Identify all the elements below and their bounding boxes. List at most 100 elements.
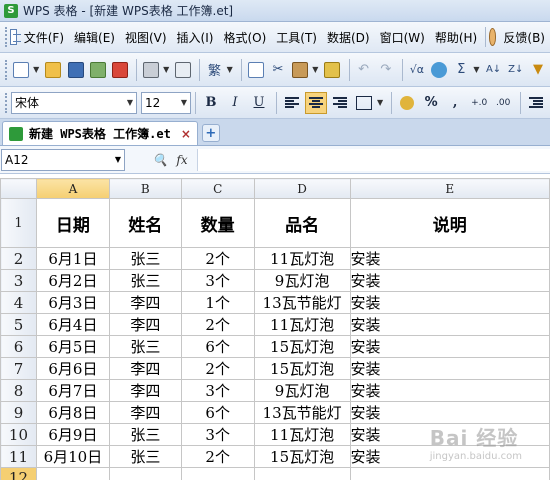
new-tab-button[interactable]: +	[201, 124, 220, 142]
cell[interactable]	[349, 467, 550, 480]
cell[interactable]: 李四	[108, 313, 182, 336]
undo-button[interactable]: ↶	[353, 59, 373, 81]
name-box[interactable]: A12 ▼	[1, 148, 125, 171]
percent-button[interactable]: %	[420, 92, 442, 114]
cell[interactable]: 数量	[180, 198, 255, 248]
print-dropdown-icon[interactable]: ▼	[163, 65, 169, 74]
font-name-select[interactable]: 宋体 ▼	[11, 91, 137, 114]
row-header[interactable]: 12	[0, 467, 37, 480]
cell[interactable]: 6月9日	[35, 423, 110, 446]
cell[interactable]: 安装	[349, 379, 550, 402]
cell[interactable]: 9瓦灯泡	[253, 269, 351, 292]
cell[interactable]: 6月8日	[35, 401, 110, 424]
new-file-dropdown-icon[interactable]: ▼	[33, 65, 39, 74]
row-header[interactable]: 7	[0, 357, 37, 380]
cell[interactable]: 6个	[180, 401, 255, 424]
cell[interactable]: 13瓦节能灯	[253, 401, 351, 424]
cell[interactable]: 张三	[108, 445, 182, 468]
cell[interactable]: 姓名	[108, 198, 182, 248]
insert-function-fx-button[interactable]: fx	[171, 149, 193, 171]
autosum-dropdown-icon[interactable]: ▼	[473, 65, 479, 74]
cell[interactable]: 6个	[180, 335, 255, 358]
cell[interactable]	[253, 467, 351, 480]
paste-dropdown-icon[interactable]: ▼	[312, 65, 318, 74]
simplified-traditional-dropdown-icon[interactable]: ▼	[227, 65, 233, 74]
document-tab[interactable]: 新建 WPS表格 工作簿.et ×	[2, 121, 198, 145]
row-header[interactable]: 11	[0, 445, 37, 468]
open-button[interactable]	[43, 59, 63, 81]
decrease-decimal-button[interactable]: .00	[492, 92, 514, 114]
row-header[interactable]: 5	[0, 313, 37, 336]
row-header[interactable]: 3	[0, 269, 37, 292]
cell[interactable]: 李四	[108, 357, 182, 380]
cell[interactable]: 张三	[108, 269, 182, 292]
cell[interactable]: 11瓦灯泡	[253, 313, 351, 336]
column-header-e[interactable]: E	[349, 178, 550, 199]
new-file-button[interactable]	[11, 59, 31, 81]
cell[interactable]: 13瓦节能灯	[253, 291, 351, 314]
insert-function-button[interactable]: √α	[407, 59, 427, 81]
row-header[interactable]: 6	[0, 335, 37, 358]
column-header-b[interactable]: B	[108, 178, 182, 199]
row-header[interactable]: 1	[0, 198, 37, 248]
column-header-d[interactable]: D	[253, 178, 351, 199]
cut-button[interactable]: ✂	[268, 59, 288, 81]
font-size-select[interactable]: 12 ▼	[141, 91, 191, 114]
toolbar-grip[interactable]	[5, 59, 8, 80]
cell[interactable]	[108, 467, 182, 480]
italic-button[interactable]: I	[224, 92, 246, 114]
cell[interactable]: 6月4日	[35, 313, 110, 336]
cell[interactable]: 1个	[180, 291, 255, 314]
cell[interactable]: 2个	[180, 247, 255, 270]
cell[interactable]: 安装	[349, 269, 550, 292]
cell[interactable]: 安装	[349, 247, 550, 270]
sort-descending-button[interactable]: Z↓	[506, 59, 526, 81]
cell[interactable]: 李四	[108, 401, 182, 424]
formula-input[interactable]	[197, 148, 550, 171]
email-button[interactable]	[88, 59, 108, 81]
export-pdf-button[interactable]	[110, 59, 130, 81]
cell[interactable]: 6月1日	[35, 247, 110, 270]
cell[interactable]: 说明	[349, 198, 550, 248]
print-button[interactable]	[141, 59, 161, 81]
cell[interactable]: 安装	[349, 291, 550, 314]
menu-data[interactable]: 数据(D)	[322, 27, 375, 48]
row-header[interactable]: 10	[0, 423, 37, 446]
sort-ascending-button[interactable]: A↓	[484, 59, 504, 81]
close-tab-icon[interactable]: ×	[181, 127, 191, 141]
merge-dropdown-icon[interactable]: ▼	[377, 98, 383, 107]
cell[interactable]: 11瓦灯泡	[253, 423, 351, 446]
cell[interactable]: 2个	[180, 445, 255, 468]
column-header-c[interactable]: C	[180, 178, 255, 199]
row-header[interactable]: 8	[0, 379, 37, 402]
cell[interactable]: 安装	[349, 335, 550, 358]
align-center-button[interactable]	[305, 91, 327, 114]
cell[interactable]: 安装	[349, 401, 550, 424]
cell[interactable]: 3个	[180, 269, 255, 292]
cell[interactable]: 6月6日	[35, 357, 110, 380]
menu-feedback[interactable]: 反馈(B)	[498, 27, 550, 48]
paste-button[interactable]	[290, 59, 310, 81]
menu-file[interactable]: 文件(F)	[19, 27, 69, 48]
underline-button[interactable]: U	[248, 92, 270, 114]
active-cell[interactable]	[35, 467, 110, 480]
cell[interactable]: 11瓦灯泡	[253, 247, 351, 270]
cell[interactable]: 15瓦灯泡	[253, 335, 351, 358]
row-header[interactable]: 4	[0, 291, 37, 314]
filter-button[interactable]: ▼	[528, 59, 548, 81]
cell[interactable]: 2个	[180, 313, 255, 336]
simplified-traditional-button[interactable]: 繁	[204, 59, 224, 81]
cell[interactable]: 15瓦灯泡	[253, 357, 351, 380]
align-right-button[interactable]	[329, 92, 351, 114]
bold-button[interactable]: B	[200, 92, 222, 114]
cell[interactable]: 3个	[180, 423, 255, 446]
cell[interactable]: 6月7日	[35, 379, 110, 402]
cell[interactable]: 安装	[349, 357, 550, 380]
menu-view[interactable]: 视图(V)	[120, 27, 172, 48]
increase-decimal-button[interactable]: +.0	[468, 92, 490, 114]
copy-button[interactable]	[246, 59, 266, 81]
cell[interactable]: 品名	[253, 198, 351, 248]
cell[interactable]: 6月10日	[35, 445, 110, 468]
cell[interactable]: 张三	[108, 335, 182, 358]
save-button[interactable]	[65, 59, 85, 81]
